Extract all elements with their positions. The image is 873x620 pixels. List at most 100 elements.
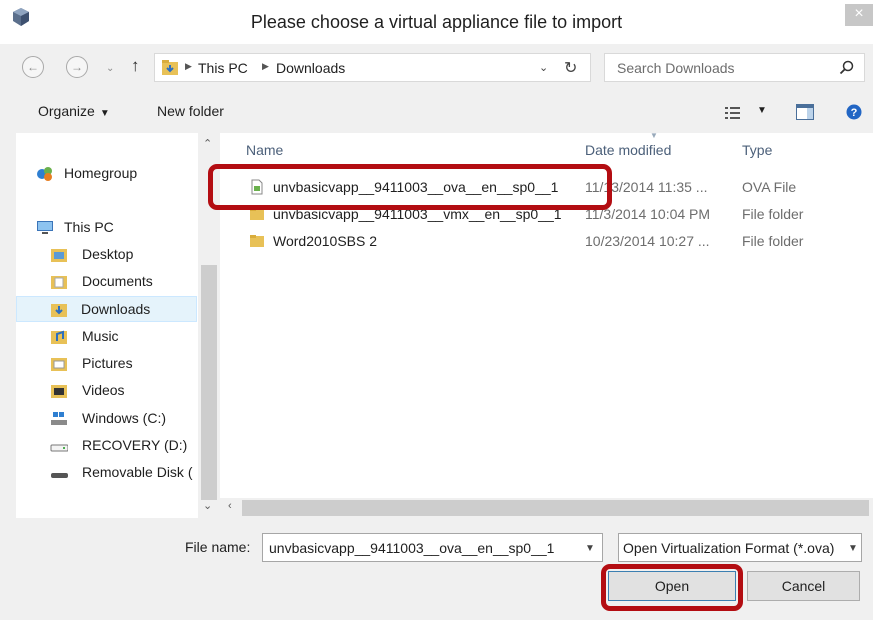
sidebar-item-label: Downloads	[81, 301, 151, 317]
sidebar-item-label: Documents	[82, 273, 153, 289]
recent-locations-chevron-icon[interactable]: ⌄	[106, 63, 114, 74]
folder-icon	[250, 208, 264, 220]
chevron-down-icon[interactable]: ▼	[845, 543, 858, 554]
svg-text:?: ?	[851, 107, 858, 119]
computer-icon	[37, 221, 53, 234]
sidebar-item-label: Homegroup	[64, 165, 138, 181]
breadcrumb-separator-icon: ▶	[185, 61, 192, 71]
command-toolbar: Organize ▼ New folder ▼ ?	[0, 94, 873, 128]
scroll-left-arrow-icon[interactable]: ‹	[228, 500, 232, 512]
view-chevron-down-icon[interactable]: ▼	[757, 105, 767, 116]
sidebar-item-label: Removable Disk (	[82, 464, 193, 480]
file-date: 11/13/2014 11:35 ...	[585, 179, 708, 195]
breadcrumb-this-pc[interactable]: This PC	[198, 60, 248, 76]
file-type-filter-select[interactable]: Open Virtualization Format (*.ova) ▼	[618, 533, 862, 562]
music-folder-icon	[51, 330, 67, 344]
file-list: ▼ Name Date modified Type unvbasicvapp__…	[220, 131, 873, 498]
homegroup-icon	[37, 167, 52, 181]
file-name: unvbasicvapp__9411003__vmx__en__sp0__1	[273, 206, 562, 222]
view-options-icon[interactable]	[725, 106, 741, 120]
drive-icon	[50, 444, 68, 452]
navigation-pane: Homegroup This PC Desktop Documents Down…	[16, 133, 198, 518]
address-history-chevron-icon[interactable]: ⌄	[539, 61, 548, 74]
downloads-folder-icon	[162, 60, 178, 75]
window-title: Please choose a virtual appliance file t…	[250, 12, 623, 32]
back-arrow-icon: ←	[27, 60, 39, 74]
videos-folder-icon	[51, 385, 67, 398]
file-date: 11/3/2014 10:04 PM	[585, 206, 711, 222]
sidebar-item-documents[interactable]: Documents	[50, 269, 196, 295]
sidebar-item-removable-disk[interactable]: Removable Disk (	[50, 460, 197, 486]
sidebar-item-this-pc[interactable]: This PC	[36, 215, 196, 241]
breadcrumb-separator-icon: ▶	[262, 61, 269, 71]
system-drive-icon	[51, 412, 67, 425]
sidebar-item-music[interactable]: Music	[50, 324, 196, 350]
forward-arrow-icon: →	[71, 60, 83, 74]
back-button[interactable]: ←	[22, 56, 44, 78]
file-name-label: File name:	[185, 539, 251, 555]
file-name-value: unvbasicvapp__9411003__ova__en__sp0__1	[269, 540, 555, 556]
forward-button[interactable]: →	[66, 56, 88, 78]
chevron-down-icon: ▼	[99, 108, 110, 119]
close-button[interactable]: ×	[845, 4, 873, 26]
organize-label: Organize	[38, 103, 95, 119]
sidebar-item-downloads[interactable]: Downloads	[16, 296, 197, 322]
downloads-folder-icon	[51, 304, 67, 317]
folder-icon	[250, 235, 264, 247]
open-button[interactable]: Open	[608, 571, 736, 601]
desktop-folder-icon	[51, 249, 67, 262]
scroll-down-arrow-icon[interactable]: ⌄	[203, 499, 212, 512]
refresh-icon[interactable]: ↻	[564, 58, 577, 78]
help-icon[interactable]: ?	[846, 104, 862, 120]
removable-disk-icon	[51, 473, 68, 478]
sidebar-item-label: Videos	[82, 382, 125, 398]
file-name: unvbasicvapp__9411003__ova__en__sp0__1	[273, 179, 559, 195]
column-header-type[interactable]: Type	[742, 142, 772, 158]
breadcrumb-downloads[interactable]: Downloads	[276, 60, 345, 76]
up-arrow-icon[interactable]: ↑	[131, 56, 140, 76]
column-header-date-modified[interactable]: Date modified	[585, 142, 671, 158]
preview-pane-icon[interactable]	[796, 104, 814, 120]
sidebar-item-videos[interactable]: Videos	[50, 378, 196, 404]
documents-folder-icon	[51, 276, 67, 289]
file-row[interactable]: Word2010SBS 2 10/23/2014 10:27 ... File …	[220, 228, 873, 254]
file-name-field[interactable]: unvbasicvapp__9411003__ova__en__sp0__1 ▼	[262, 533, 603, 562]
sidebar-item-label: Desktop	[82, 246, 134, 262]
title-bar: Please choose a virtual appliance file t…	[0, 0, 873, 44]
file-type: File folder	[742, 233, 804, 249]
file-list-horizontal-scrollbar[interactable]: ‹	[220, 498, 873, 518]
address-bar[interactable]: ▶ This PC ▶ Downloads ⌄ ↻	[154, 53, 591, 82]
search-input[interactable]: Search Downloads	[604, 53, 865, 82]
file-type: File folder	[742, 206, 804, 222]
file-type: OVA File	[742, 179, 797, 195]
sort-indicator-icon: ▼	[650, 131, 658, 140]
cancel-button[interactable]: Cancel	[747, 571, 860, 601]
scrollbar-thumb[interactable]	[201, 265, 217, 500]
sidebar-item-homegroup[interactable]: Homegroup	[36, 161, 196, 187]
search-icon[interactable]	[839, 60, 854, 75]
sidebar-item-label: Pictures	[82, 355, 133, 371]
sidebar-item-windows-c[interactable]: Windows (C:)	[50, 406, 196, 432]
column-header-name[interactable]: Name	[246, 142, 283, 158]
file-type-filter-value: Open Virtualization Format (*.ova)	[623, 540, 835, 556]
sidebar-item-label: This PC	[64, 219, 114, 235]
sidebar-item-label: RECOVERY (D:)	[82, 437, 188, 453]
pictures-folder-icon	[51, 358, 67, 371]
sidebar-item-label: Windows (C:)	[82, 410, 167, 426]
search-placeholder: Search Downloads	[617, 60, 735, 76]
file-row[interactable]: unvbasicvapp__9411003__vmx__en__sp0__1 1…	[220, 201, 873, 227]
file-name: Word2010SBS 2	[273, 233, 378, 249]
sidebar-item-desktop[interactable]: Desktop	[50, 242, 196, 268]
scrollbar-thumb[interactable]	[242, 500, 869, 516]
new-folder-button[interactable]: New folder	[157, 103, 224, 119]
sidebar-item-recovery-d[interactable]: RECOVERY (D:)	[50, 433, 196, 459]
chevron-down-icon[interactable]: ▼	[585, 543, 595, 554]
sidebar-item-label: Music	[82, 328, 119, 344]
file-row[interactable]: unvbasicvapp__9411003__ova__en__sp0__1 1…	[220, 174, 873, 200]
ova-file-icon	[251, 179, 263, 195]
file-date: 10/23/2014 10:27 ...	[585, 233, 710, 249]
scroll-up-arrow-icon[interactable]: ⌃	[203, 137, 212, 150]
organize-menu-button[interactable]: Organize ▼	[38, 103, 110, 119]
navigation-pane-scrollbar[interactable]: ⌃ ⌄	[198, 133, 218, 518]
sidebar-item-pictures[interactable]: Pictures	[50, 351, 196, 377]
